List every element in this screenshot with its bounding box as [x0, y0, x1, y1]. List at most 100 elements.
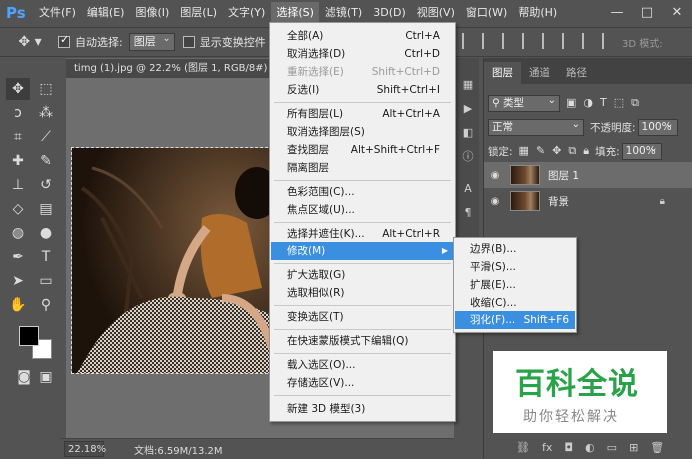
brush-tool-icon[interactable]: ✎ [34, 150, 58, 172]
add-mask-icon[interactable]: ◘ [564, 441, 573, 454]
menu-item-select-all[interactable]: 全部(A) Ctrl+A [271, 27, 454, 45]
layer-row[interactable]: ◉ 图层 1 [484, 162, 692, 188]
layer-row[interactable]: ◉ 背景 🔒︎ [484, 188, 692, 214]
menu-item-isolate-layers[interactable]: 隔离图层 [271, 159, 454, 177]
hand-tool-icon[interactable]: ✋ [6, 294, 30, 316]
pen-tool-icon[interactable]: ✒ [6, 246, 30, 268]
gradient-icon[interactable]: ▤ [34, 198, 58, 220]
history-panel-icon[interactable]: ▦ [461, 78, 475, 92]
menu-file[interactable]: 文件(F) [34, 2, 81, 24]
dodge-tool-icon[interactable]: ● [34, 222, 58, 244]
menu-item-transform-selection[interactable]: 变换选区(T) [271, 308, 454, 326]
type-filter-icon[interactable]: T [600, 96, 607, 110]
align-icon[interactable] [462, 33, 474, 49]
menu-item-deselect-layers[interactable]: 取消选择图层(S) [271, 123, 454, 141]
adjustment-filter-icon[interactable]: ◑ [583, 96, 593, 110]
align-buttons[interactable] [462, 33, 614, 49]
path-select-icon[interactable]: ➤ [6, 270, 30, 292]
align-icon[interactable] [522, 33, 534, 49]
layer-style-icon[interactable]: fx [542, 441, 552, 454]
blur-tool-icon[interactable]: ◍ [6, 222, 30, 244]
history-brush-icon[interactable]: ↺ [34, 174, 58, 196]
actions-play-icon[interactable]: ▶ [461, 102, 475, 116]
submenu-item-smooth[interactable]: 平滑(S)... [455, 258, 575, 276]
marquee-tool-icon[interactable]: ⬚ [34, 78, 58, 100]
character-panel-icon[interactable]: A [461, 182, 475, 196]
lock-artboard-icon[interactable]: ⧉ [568, 144, 576, 158]
lock-pixels-icon[interactable]: ✎ [536, 144, 545, 158]
menu-type[interactable]: 文字(Y) [223, 2, 270, 24]
auto-select-checkbox[interactable] [58, 33, 70, 48]
new-layer-icon[interactable]: ⊞ [629, 441, 638, 454]
menu-item-modify[interactable]: 修改(M) ▶ [271, 242, 454, 260]
show-transform-checkbox[interactable] [182, 36, 195, 48]
auto-select-dropdown[interactable]: 图层 [128, 31, 175, 51]
menu-window[interactable]: 窗口(W) [461, 2, 512, 24]
tab-channels[interactable]: 通道 [521, 62, 558, 84]
opacity-input[interactable]: 100% [637, 117, 678, 136]
eraser-icon[interactable]: ◇ [6, 198, 30, 220]
properties-panel-icon[interactable]: ◧ [461, 126, 475, 140]
magic-wand-icon[interactable]: ⁂ [34, 102, 58, 124]
blend-mode-dropdown[interactable]: 正常 [488, 117, 584, 136]
healing-brush-icon[interactable]: ✚ [6, 150, 30, 172]
move-tool-icon[interactable]: ✥ [6, 78, 30, 100]
fill-input[interactable]: 100% [621, 141, 662, 160]
align-icon[interactable] [502, 33, 514, 49]
type-tool-icon[interactable]: T [34, 246, 58, 268]
menu-edit[interactable]: 编辑(E) [82, 2, 130, 24]
menu-item-new-3d-model[interactable]: 新建 3D 模型(3) [271, 400, 454, 418]
delete-layer-icon[interactable]: 🗑︎ [650, 441, 664, 454]
layer-filter-dropdown[interactable]: ⚲ 类型 [488, 93, 560, 112]
tab-layers[interactable]: 图层 [484, 62, 521, 84]
menu-filter[interactable]: 滤镜(T) [320, 2, 367, 24]
zoom-tool-icon[interactable]: ⚲ [34, 294, 58, 316]
menu-item-select-and-mask[interactable]: 选择并遮住(K)... Alt+Ctrl+R [271, 225, 454, 243]
visibility-eye-icon[interactable]: ◉ [484, 196, 506, 207]
crop-tool-icon[interactable]: ⌗ [6, 126, 30, 148]
menu-layer[interactable]: 图层(L) [175, 2, 222, 24]
menu-item-similar[interactable]: 选取相似(R) [271, 284, 454, 302]
menu-item-all-layers[interactable]: 所有图层(L) Alt+Ctrl+A [271, 105, 454, 123]
foreground-color-swatch[interactable] [19, 326, 39, 346]
submenu-item-contract[interactable]: 收缩(C)... [455, 294, 575, 312]
menu-item-color-range[interactable]: 色彩范围(C)... [271, 183, 454, 201]
stamp-tool-icon[interactable]: ⊥ [6, 174, 30, 196]
visibility-eye-icon[interactable]: ◉ [484, 170, 506, 181]
photo-canvas[interactable] [71, 147, 283, 374]
menu-3d[interactable]: 3D(D) [368, 2, 411, 24]
menu-help[interactable]: 帮助(H) [513, 2, 562, 24]
adjustment-layer-icon[interactable]: ◐ [585, 441, 595, 454]
align-icon[interactable] [602, 33, 614, 49]
menu-select[interactable]: 选择(S) [271, 2, 319, 24]
menu-item-deselect[interactable]: 取消选择(D) Ctrl+D [271, 45, 454, 63]
tab-paths[interactable]: 路径 [558, 62, 595, 84]
maximize-button[interactable]: □ [632, 0, 662, 26]
lock-all-icon[interactable]: 🔒︎ [583, 144, 589, 158]
shape-filter-icon[interactable]: ⬚ [614, 96, 624, 110]
lock-position-icon[interactable]: ✥ [552, 144, 561, 158]
shape-tool-icon[interactable]: ▭ [34, 270, 58, 292]
move-tool-icon[interactable]: ✥ ▾ [10, 31, 50, 53]
document-tab[interactable]: timg (1).jpg @ 22.2% (图层 1, RGB/8#) * × [66, 58, 272, 78]
menu-item-grow[interactable]: 扩大选取(G) [271, 266, 454, 284]
info-panel-icon[interactable]: ⓘ [461, 150, 475, 164]
eyedropper-icon[interactable]: ⟋ [34, 126, 58, 148]
menu-item-save-selection[interactable]: 存储选区(V)... [271, 374, 454, 392]
submenu-item-border[interactable]: 边界(B)... [455, 240, 575, 258]
new-group-icon[interactable]: ▭ [607, 441, 617, 454]
menu-item-load-selection[interactable]: 载入选区(O)... [271, 356, 454, 374]
submenu-item-expand[interactable]: 扩展(E)... [455, 276, 575, 294]
menu-image[interactable]: 图像(I) [130, 2, 174, 24]
menu-item-inverse[interactable]: 反选(I) Shift+Ctrl+I [271, 81, 454, 99]
link-layers-icon[interactable]: ⛓ [516, 441, 530, 454]
lasso-tool-icon[interactable]: ↄ [6, 102, 30, 124]
menu-item-quick-mask[interactable]: 在快速蒙版模式下编辑(Q) [271, 332, 454, 350]
align-icon[interactable] [562, 33, 574, 49]
align-icon[interactable] [582, 33, 594, 49]
minimize-button[interactable]: — [602, 0, 632, 26]
screen-mode-icon[interactable]: ▣ [34, 366, 58, 388]
pixel-filter-icon[interactable]: ▣ [566, 96, 576, 110]
align-icon[interactable] [542, 33, 554, 49]
smart-object-filter-icon[interactable]: ⧉ [631, 96, 639, 110]
